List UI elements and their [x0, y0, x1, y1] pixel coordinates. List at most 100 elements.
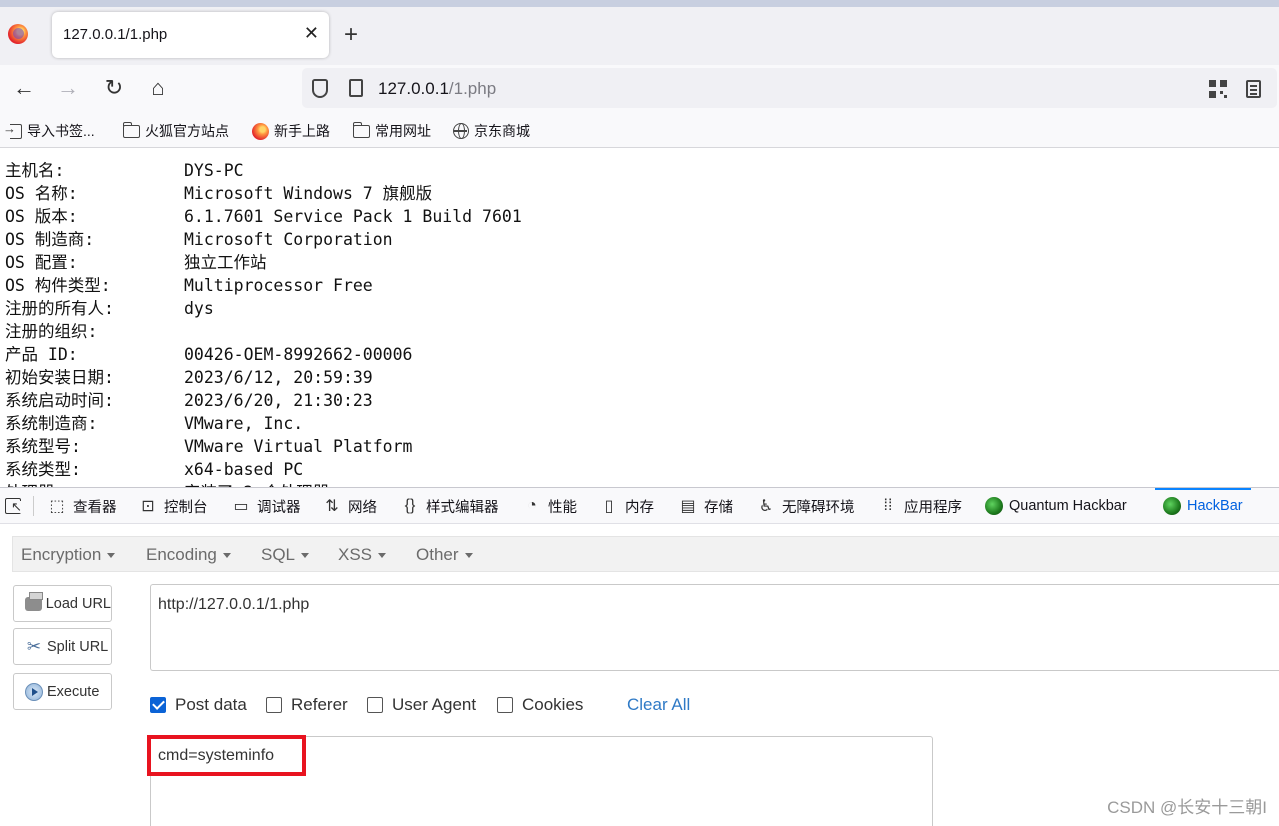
url-textarea[interactable]: http://127.0.0.1/1.php — [150, 584, 1279, 671]
bookmark-common-sites[interactable]: 常用网址 — [352, 121, 431, 141]
sysinfo-row: 系统类型: x64-based PC — [5, 458, 522, 481]
devtools-tab-label: Quantum Hackbar — [1009, 498, 1127, 514]
caret-down-icon — [301, 553, 310, 559]
sysinfo-row: OS 配置: 独立工作站 — [5, 251, 522, 274]
checkbox-icon[interactable] — [266, 697, 282, 713]
menu-other[interactable]: Other — [416, 545, 473, 565]
devtools-tab[interactable]: ⊡ 控制台 — [138, 488, 207, 524]
browser-tab[interactable]: 127.0.0.1/1.php ✕ — [52, 12, 329, 58]
sysinfo-value: VMware, Inc. — [184, 414, 304, 433]
console-icon: ⊡ — [141, 498, 155, 515]
option-cookies[interactable]: Cookies — [497, 695, 583, 715]
button-label: Execute — [47, 683, 100, 700]
sysinfo-row: 产品 ID: 00426-OEM-8992662-00006 — [5, 343, 522, 366]
close-tab-icon[interactable]: ✕ — [304, 23, 319, 44]
divider — [33, 496, 34, 516]
menu-label: XSS — [338, 545, 373, 564]
load-url-button[interactable]: Load URL — [13, 585, 112, 622]
sysinfo-row: OS 制造商: Microsoft Corporation — [5, 228, 522, 251]
caret-down-icon — [464, 553, 473, 559]
new-tab-button[interactable]: + — [344, 21, 358, 49]
sysinfo-row: 系统型号: VMware Virtual Platform — [5, 435, 522, 458]
firefox-icon[interactable] — [8, 24, 28, 44]
inspector-icon: ⬚ — [49, 498, 65, 515]
reload-icon[interactable]: ↻ — [100, 74, 128, 102]
import-icon — [3, 121, 22, 139]
devtools-tab[interactable]: {} 样式编辑器 — [400, 488, 499, 524]
watermark: CSDN @长安十三朝I — [1107, 798, 1267, 817]
forward-icon[interactable]: → — [54, 74, 82, 102]
caret-down-icon — [222, 553, 231, 559]
devtools-tab[interactable]: HackBar — [1155, 488, 1251, 524]
menu-label: Encoding — [146, 545, 217, 564]
devtools-tab[interactable]: ◔ 性能 — [522, 488, 577, 524]
tab-title: 127.0.0.1/1.php — [63, 26, 168, 43]
devtools-tab-label: 网络 — [348, 499, 377, 516]
menu-label: Encryption — [21, 545, 102, 564]
checkbox-icon[interactable] — [367, 697, 383, 713]
address-text[interactable]: 127.0.0.1/1.php — [378, 79, 496, 99]
page-info-icon[interactable] — [349, 79, 363, 97]
hackbar-menu: Encryption Encoding SQL XSS Other — [12, 536, 1279, 572]
option-referer[interactable]: Referer — [266, 695, 348, 715]
devtools-tab[interactable]: ▤ 存储 — [678, 488, 733, 524]
sysinfo-row: OS 构件类型: Multiprocessor Free — [5, 274, 522, 297]
bookmark-jd[interactable]: 京东商城 — [453, 121, 530, 141]
clear-all-link[interactable]: Clear All — [627, 695, 690, 715]
devtools-tab[interactable]: ▭ 调试器 — [231, 488, 300, 524]
devtools-tab[interactable]: ⁞⁞ 应用程序 — [878, 488, 962, 524]
menu-encryption[interactable]: Encryption — [21, 545, 116, 565]
load-url-icon — [25, 591, 43, 611]
sysinfo-value: DYS-PC — [184, 161, 244, 180]
devtools-tabbar: ⬚ 查看器 ⊡ 控制台 ▭ 调试器 ⇅ 网络 {} 样式编辑器 ◔ 性能 ▯ 内存 ▤ 存储 ♿ 无障碍环境 ⁞⁞ 应… — [0, 488, 1279, 524]
memory-icon: ▯ — [604, 498, 614, 515]
home-icon[interactable]: ⌂ — [144, 74, 172, 102]
bookmark-getting-started[interactable]: 新手上路 — [252, 121, 330, 141]
devtools-tab[interactable]: ⇅ 网络 — [322, 488, 377, 524]
menu-label: SQL — [261, 545, 296, 564]
devtools-tab[interactable]: ▯ 内存 — [599, 488, 654, 524]
bookmark-label: 常用网址 — [375, 123, 431, 139]
sysinfo-key: OS 配置: — [5, 253, 78, 272]
checkbox-checked-icon[interactable] — [150, 697, 166, 713]
menu-sql[interactable]: SQL — [261, 545, 310, 565]
sysinfo-key: 初始安装日期: — [5, 368, 114, 387]
execute-button[interactable]: Execute — [13, 673, 112, 710]
bookmark-import[interactable]: 导入书签... — [3, 121, 95, 141]
element-picker-icon[interactable] — [5, 498, 22, 514]
page-content: 主机名: DYS-PC OS 名称: Microsoft Windows 7 旗舰版 O… — [0, 149, 1279, 487]
devtools-tab-label: 存储 — [704, 499, 733, 516]
play-icon — [25, 682, 43, 701]
sysinfo-row: OS 版本: 6.1.7601 Service Pack 1 Build 7601 — [5, 205, 522, 228]
bookmark-firefox-site[interactable]: 火狐官方站点 — [122, 121, 229, 141]
address-bar[interactable]: 127.0.0.1/1.php — [302, 68, 1277, 108]
option-user-agent[interactable]: User Agent — [367, 695, 476, 715]
devtools-tab[interactable]: ⬚ 查看器 — [47, 488, 116, 524]
qr-code-icon[interactable] — [1209, 80, 1227, 98]
menu-xss[interactable]: XSS — [338, 545, 387, 565]
reader-view-icon[interactable] — [1246, 80, 1261, 98]
systeminfo-output: 主机名: DYS-PC OS 名称: Microsoft Windows 7 旗舰版 O… — [5, 159, 522, 487]
folder-icon — [352, 121, 370, 138]
tracking-protection-shield-icon[interactable] — [312, 79, 328, 98]
devtools-tab[interactable]: ♿ 无障碍环境 — [756, 488, 855, 524]
sysinfo-row: 主机名: DYS-PC — [5, 159, 522, 182]
devtools-tab-label: 应用程序 — [904, 499, 962, 516]
sysinfo-key: 注册的组织: — [5, 322, 98, 341]
menu-encoding[interactable]: Encoding — [146, 545, 231, 565]
option-post-data[interactable]: Post data — [150, 695, 247, 715]
devtools-tab[interactable]: Quantum Hackbar — [985, 488, 1127, 524]
url-host: 127.0.0.1 — [378, 79, 449, 98]
network-icon: ⇅ — [325, 498, 339, 515]
sysinfo-key: 系统启动时间: — [5, 391, 114, 410]
back-icon[interactable]: ← — [10, 74, 38, 102]
bookmark-label: 京东商城 — [474, 123, 530, 139]
sysinfo-key: 系统类型: — [5, 460, 81, 479]
sysinfo-value: Microsoft Corporation — [184, 230, 393, 249]
checkbox-icon[interactable] — [497, 697, 513, 713]
caret-down-icon — [107, 553, 116, 559]
split-url-button[interactable]: ✂ Split URL — [13, 628, 112, 665]
navigation-bar: ← → ↻ ⌂ 127.0.0.1/1.php — [0, 65, 1279, 111]
bookmarks-toolbar: 导入书签... 火狐官方站点 新手上路 常用网址 京东商城 — [0, 111, 1279, 148]
url-path: /1.php — [448, 79, 497, 98]
